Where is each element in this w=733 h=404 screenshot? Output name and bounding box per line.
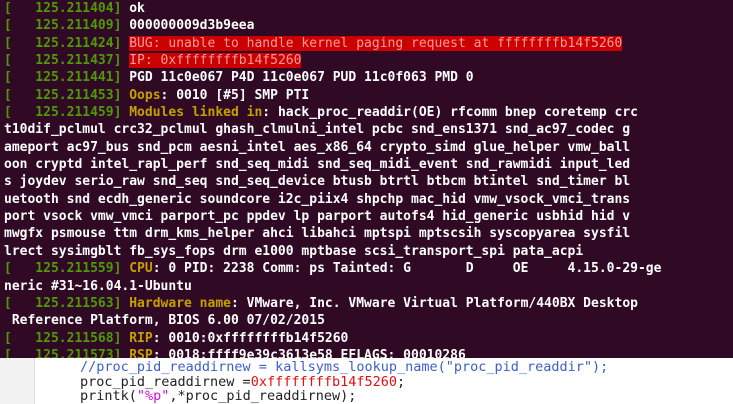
log-timestamp: [ 125.211424] xyxy=(4,35,122,51)
terminal-line: [ 125.211559] CPU: 0 PID: 2238 Comm: ps … xyxy=(4,260,733,277)
log-timestamp: [ 125.211453] xyxy=(4,87,122,103)
log-text: lrect sysimgblt fb_sys_fops drm e1000 mp… xyxy=(4,243,584,259)
terminal-line: port vsock vmw_vmci parport_pc ppdev lp … xyxy=(4,208,733,225)
log-label: BUG xyxy=(129,35,153,51)
terminal-line: [ 125.211409] 000000009d3b9eea xyxy=(4,17,733,34)
terminal-line: [ 125.211404] ok xyxy=(4,0,733,17)
editor-line-3: printk("%p",*proc_pid_readdirnew); xyxy=(80,389,608,404)
log-error-message: : unable to handle kernel paging request… xyxy=(152,35,623,51)
log-label: Hardware name xyxy=(129,295,231,311)
log-text: : 0010:0xffffffffb14f5260 xyxy=(152,330,349,346)
log-text: ameport ac97_bus snd_pcm aesni_intel aes… xyxy=(4,139,631,155)
editor-line-2: proc_pid_readdirnew =0xffffffffb14f5260; xyxy=(80,373,608,390)
code-text: printk( xyxy=(80,388,137,404)
log-text: s joydev serio_raw snd_seq snd_seq_devic… xyxy=(4,174,631,190)
terminal-window[interactable]: [ 125.211404] ok[ 125.211409] 000000009d… xyxy=(0,0,733,358)
log-timestamp: [ 125.211563] xyxy=(4,295,122,311)
terminal-line: ameport ac97_bus snd_pcm aesni_intel aes… xyxy=(4,139,733,156)
terminal-line: oon cryptd intel_rapl_perf snd_seq_midi … xyxy=(4,156,733,173)
terminal-line: Reference Platform, BIOS 6.00 07/02/2015 xyxy=(4,312,733,329)
terminal-line: neric #31~16.04.1-Ubuntu xyxy=(4,278,733,295)
terminal-line: t10dif_pclmul crc32_pclmul ghash_clmulni… xyxy=(4,121,733,138)
log-label: CPU xyxy=(129,261,153,277)
code-text: ; xyxy=(397,373,406,390)
editor-lines: //proc_pid_readdirnew = kallsyms_lookup_… xyxy=(80,360,608,404)
terminal-line: [ 125.211424] BUG: unable to handle kern… xyxy=(4,35,733,52)
terminal-line: [ 125.211437] IP: 0xffffffffb14f5260 xyxy=(4,52,733,69)
editor-line-1: //proc_pid_readdirnew = kallsyms_lookup_… xyxy=(80,360,608,375)
log-timestamp: [ 125.211568] xyxy=(4,330,122,346)
terminal-line: uetooth snd ecdh_generic soundcore i2c_p… xyxy=(4,191,733,208)
log-timestamp: [ 125.211409] xyxy=(4,18,122,34)
log-text: t10dif_pclmul crc32_pclmul ghash_clmulni… xyxy=(4,122,631,138)
code-string: "%p" xyxy=(136,388,170,404)
log-text: uetooth snd ecdh_generic soundcore i2c_p… xyxy=(4,191,631,207)
log-label: RSP xyxy=(129,347,153,358)
log-text: neric #31~16.04.1-Ubuntu xyxy=(4,278,192,294)
log-text: : hack_proc_readdir(OE) rfcomm bnep core… xyxy=(262,105,638,121)
terminal-line: [ 125.211453] Oops: 0010 [#5] SMP PTI xyxy=(4,87,733,104)
log-timestamp: [ 125.211437] xyxy=(4,53,122,69)
log-text: PGD 11c0e067 P4D 11c0e067 PUD 11c0f063 P… xyxy=(129,70,474,86)
log-text: port vsock vmw_vmci parport_pc ppdev lp … xyxy=(4,209,631,225)
log-timestamp: [ 125.211459] xyxy=(4,105,122,121)
editor-gutter xyxy=(0,358,35,404)
code-editor[interactable]: //proc_pid_readdirnew = kallsyms_lookup_… xyxy=(0,358,733,404)
log-text: : VMware, Inc. VMware Virtual Platform/4… xyxy=(230,295,638,311)
log-timestamp: [ 125.211573] xyxy=(4,347,122,358)
code-text: ,*proc_pid_readdirnew); xyxy=(169,388,357,404)
log-text: Reference Platform, BIOS 6.00 07/02/2015 xyxy=(4,313,325,329)
terminal-line: s joydev serio_raw snd_seq snd_seq_devic… xyxy=(4,173,733,190)
log-text: mwgfx psmouse ttm drm_kms_helper ahci li… xyxy=(4,226,631,242)
log-timestamp: [ 125.211404] xyxy=(4,1,122,16)
terminal-line: [ 125.211573] RSP: 0018:ffff9e39c3613e58… xyxy=(4,347,733,358)
terminal-line: [ 125.211441] PGD 11c0e067 P4D 11c0e067 … xyxy=(4,69,733,86)
log-text: ok xyxy=(129,1,145,16)
log-text: : 0010 [#5] SMP PTI xyxy=(160,87,310,103)
log-timestamp: [ 125.211559] xyxy=(4,261,122,277)
log-text: : 0 PID: 2238 Comm: ps Tainted: G D OE 4… xyxy=(152,261,662,277)
log-label: IP xyxy=(129,53,145,69)
terminal-line: lrect sysimgblt fb_sys_fops drm e1000 mp… xyxy=(4,243,733,260)
log-text: 000000009d3b9eea xyxy=(129,18,255,34)
log-label: Oops xyxy=(129,87,161,103)
terminal-line: [ 125.211563] Hardware name: VMware, Inc… xyxy=(4,295,733,312)
terminal-line: mwgfx psmouse ttm drm_kms_helper ahci li… xyxy=(4,225,733,242)
log-label: RIP xyxy=(129,330,153,346)
log-error-message: : 0xffffffffb14f5260 xyxy=(144,53,302,69)
log-timestamp: [ 125.211441] xyxy=(4,70,122,86)
log-text: oon cryptd intel_rapl_perf snd_seq_midi … xyxy=(4,157,631,173)
log-text: : 0018:ffff9e39c3613e58 EFLAGS: 00010286 xyxy=(152,347,466,358)
terminal-line: [ 125.211459] Modules linked in: hack_pr… xyxy=(4,104,733,121)
terminal-line: [ 125.211568] RIP: 0010:0xffffffffb14f52… xyxy=(4,330,733,347)
log-label: Modules linked in xyxy=(129,105,263,121)
